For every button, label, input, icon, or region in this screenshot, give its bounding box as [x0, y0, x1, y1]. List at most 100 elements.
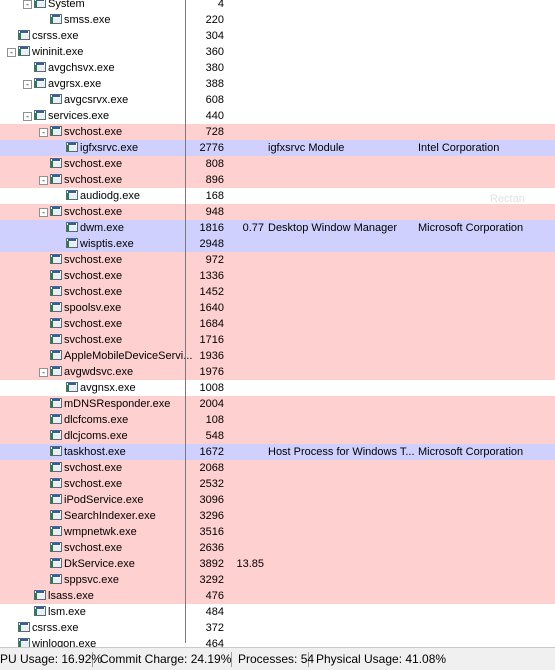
process-row[interactable]: avgnsx.exe 1008: [0, 380, 555, 396]
process-name: avgchsvx.exe: [48, 62, 115, 74]
process-window-icon: [50, 462, 62, 472]
process-pid: 440: [205, 110, 224, 122]
process-pid: 1672: [199, 446, 224, 458]
tree-toggle-icon[interactable]: -: [39, 368, 48, 377]
process-row[interactable]: igfxsrvc.exe 2776 igfxsrvc Module Intel Cor…: [0, 140, 555, 156]
process-pid: 2948: [199, 238, 224, 250]
process-row[interactable]: smss.exe 220: [0, 12, 555, 28]
process-row[interactable]: - System 4: [0, 0, 555, 12]
process-window-icon: [50, 334, 62, 344]
process-row[interactable]: - svchost.exe 728: [0, 124, 555, 140]
process-name: svchost.exe: [64, 318, 123, 330]
process-window-icon: [50, 14, 62, 24]
process-row[interactable]: wmpnetwk.exe 3516: [0, 524, 555, 540]
process-row[interactable]: csrss.exe 372: [0, 620, 555, 636]
process-window-icon: [50, 494, 62, 504]
process-pid: 380: [205, 62, 224, 74]
process-row[interactable]: DkService.exe 3892 13.85: [0, 556, 555, 572]
process-pid: 108: [205, 414, 224, 426]
process-window-icon: [66, 190, 78, 200]
process-row[interactable]: avgchsvx.exe 380: [0, 60, 555, 76]
process-row[interactable]: - svchost.exe 896: [0, 172, 555, 188]
process-row[interactable]: - services.exe 440: [0, 108, 555, 124]
process-description: Desktop Window Manager: [268, 222, 398, 234]
process-window-icon: [50, 318, 62, 328]
process-window-icon: [34, 62, 46, 72]
tree-toggle-icon[interactable]: -: [39, 176, 48, 185]
process-cpu: 13.85: [236, 558, 264, 570]
process-name: svchost.exe: [64, 286, 123, 298]
process-pid: 1640: [199, 302, 224, 314]
tree-toggle-icon[interactable]: -: [7, 48, 16, 57]
process-row[interactable]: mDNSResponder.exe 2004: [0, 396, 555, 412]
process-row[interactable]: csrss.exe 304: [0, 28, 555, 44]
process-pid: 1684: [199, 318, 224, 330]
process-row[interactable]: dwm.exe 1816 0.77 Desktop Window Manager Mic…: [0, 220, 555, 236]
process-name: avgwdsvc.exe: [64, 366, 134, 378]
process-row[interactable]: - avgrsx.exe 388: [0, 76, 555, 92]
process-row[interactable]: svchost.exe 1336: [0, 268, 555, 284]
process-row[interactable]: taskhost.exe 1672 Host Process for Windows…: [0, 444, 555, 460]
process-name: smss.exe: [64, 14, 111, 26]
process-pid: 1008: [199, 382, 224, 394]
process-window-icon: [50, 302, 62, 312]
process-window-icon: [66, 382, 78, 392]
process-name: svchost.exe: [64, 542, 123, 554]
process-name: SearchIndexer.exe: [64, 510, 156, 522]
process-name: svchost.exe: [64, 126, 123, 138]
process-window-icon: [50, 270, 62, 280]
status-cpu-usage: PU Usage: 16.92%: [0, 652, 103, 667]
tree-toggle-icon[interactable]: -: [23, 112, 32, 121]
process-row[interactable]: lsm.exe 484: [0, 604, 555, 620]
process-window-icon: [34, 0, 46, 8]
process-row[interactable]: svchost.exe 808: [0, 156, 555, 172]
process-row[interactable]: dlcjcoms.exe 548: [0, 428, 555, 444]
process-pid: 548: [205, 430, 224, 442]
process-pid: 1936: [199, 350, 224, 362]
process-row[interactable]: - avgwdsvc.exe 1976: [0, 364, 555, 380]
process-pid: 1976: [199, 366, 224, 378]
process-row[interactable]: svchost.exe 2532: [0, 476, 555, 492]
process-window-icon: [66, 142, 78, 152]
tree-toggle-icon[interactable]: -: [39, 128, 48, 137]
process-row[interactable]: svchost.exe 1716: [0, 332, 555, 348]
process-row[interactable]: svchost.exe 1684: [0, 316, 555, 332]
process-row[interactable]: spoolsv.exe 1640: [0, 300, 555, 316]
process-pid: 3892: [199, 558, 224, 570]
process-window-icon: [50, 574, 62, 584]
process-row[interactable]: AppleMobileDeviceServi... 1936: [0, 348, 555, 364]
process-row[interactable]: - wininit.exe 360: [0, 44, 555, 60]
process-row[interactable]: wisptis.exe 2948: [0, 236, 555, 252]
tree-toggle-icon[interactable]: -: [23, 80, 32, 89]
process-row[interactable]: sppsvc.exe 3292: [0, 572, 555, 588]
process-row[interactable]: svchost.exe 1452: [0, 284, 555, 300]
process-row[interactable]: svchost.exe 2068: [0, 460, 555, 476]
process-name: lsass.exe: [48, 590, 94, 602]
process-row[interactable]: avgcsrvx.exe 608: [0, 92, 555, 108]
process-row[interactable]: svchost.exe 972: [0, 252, 555, 268]
process-window-icon: [50, 478, 62, 488]
tree-toggle-icon[interactable]: -: [23, 0, 32, 9]
process-pid: 484: [205, 606, 224, 618]
process-row[interactable]: svchost.exe 2636: [0, 540, 555, 556]
process-name: wisptis.exe: [80, 238, 134, 250]
process-row[interactable]: - svchost.exe 948: [0, 204, 555, 220]
process-row[interactable]: SearchIndexer.exe 3296: [0, 508, 555, 524]
process-pid: 608: [205, 94, 224, 106]
process-name: svchost.exe: [64, 206, 123, 218]
process-row[interactable]: lsass.exe 476: [0, 588, 555, 604]
tree-toggle-icon[interactable]: -: [39, 208, 48, 217]
process-name: svchost.exe: [64, 158, 123, 170]
process-name: csrss.exe: [32, 622, 79, 634]
process-window-icon: [50, 446, 62, 456]
process-pid: 972: [205, 254, 224, 266]
process-window-icon: [50, 510, 62, 520]
process-window-icon: [50, 542, 62, 552]
process-row[interactable]: iPodService.exe 3096: [0, 492, 555, 508]
faded-overlay-text: Rectan: [490, 193, 525, 205]
column-separator[interactable]: [185, 0, 186, 643]
process-window-icon: [34, 606, 46, 616]
process-name: avgrsx.exe: [48, 78, 102, 90]
process-row[interactable]: dlcfcoms.exe 108: [0, 412, 555, 428]
process-row[interactable]: audiodg.exe 168: [0, 188, 555, 204]
